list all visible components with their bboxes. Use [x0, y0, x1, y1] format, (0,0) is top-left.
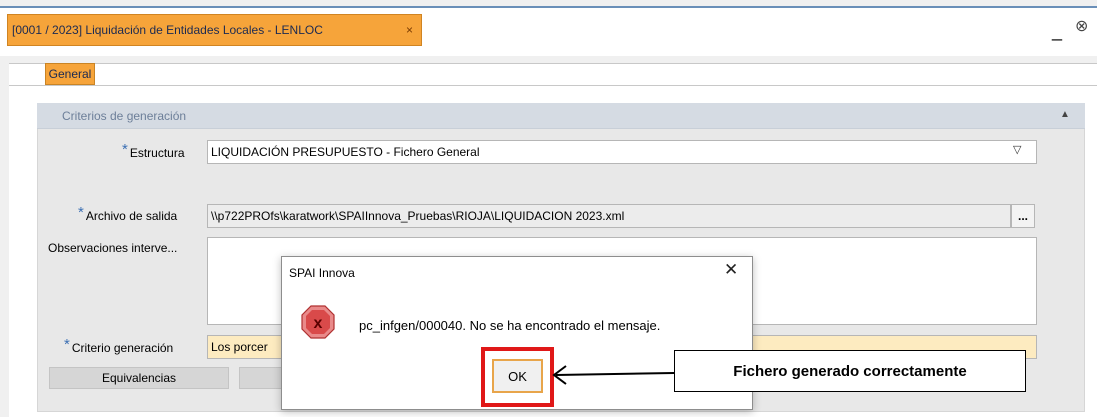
required-icon: *	[122, 141, 128, 158]
dialog-title: SPAI Innova	[289, 266, 355, 280]
error-icon: x	[301, 305, 335, 339]
archivo-value: \\p722PROfs\karatwork\SPAIInnova_Pruebas…	[211, 209, 625, 223]
estructura-label-row: * Estructura	[122, 141, 185, 161]
observaciones-label: Observaciones interve...	[48, 241, 178, 255]
criterio-label-row: * Criterio generación	[64, 336, 174, 356]
criterio-label: Criterio generación	[71, 341, 174, 355]
dropdown-arrow-icon[interactable]: ▽	[1013, 143, 1021, 156]
tab-close-icon[interactable]: ×	[406, 23, 413, 37]
required-icon: *	[78, 204, 84, 221]
dialog-message: pc_infgen/000040. No se ha encontrado el…	[359, 318, 661, 333]
estructura-label: Estructura	[129, 146, 185, 160]
window-close-icon[interactable]: ⊗	[1075, 16, 1088, 36]
ok-button[interactable]: OK	[492, 359, 543, 393]
estructura-select[interactable]: LIQUIDACIÓN PRESUPUESTO - Fichero Genera…	[207, 140, 1037, 164]
estructura-value: LIQUIDACIÓN PRESUPUESTO - Fichero Genera…	[211, 145, 480, 159]
annotation-callout: Fichero generado correctamente	[674, 350, 1026, 392]
document-tab-label: [0001 / 2023] Liquidación de Entidades L…	[12, 23, 323, 37]
annotation-arrow	[552, 365, 675, 385]
group-header[interactable]	[37, 103, 1085, 129]
tab-divider	[9, 85, 1097, 86]
dialog-close-icon[interactable]: ✕	[724, 260, 738, 280]
archivo-input[interactable]: \\p722PROfs\karatwork\SPAIInnova_Pruebas…	[207, 204, 1011, 228]
error-icon-glyph: x	[314, 315, 323, 332]
equivalencias-button[interactable]: Equivalencias	[49, 367, 229, 389]
archivo-label: Archivo de salida	[85, 209, 178, 223]
document-tab[interactable]: [0001 / 2023] Liquidación de Entidades L…	[7, 14, 422, 46]
required-icon: *	[64, 336, 70, 353]
group-title: Criterios de generación	[62, 109, 187, 123]
browse-button[interactable]: ...	[1011, 204, 1035, 228]
collapse-icon[interactable]: ▲	[1060, 109, 1070, 120]
criterio-value: Los porcer	[211, 340, 268, 354]
minimize-icon[interactable]: _	[1052, 22, 1062, 40]
archivo-label-row: * Archivo de salida	[78, 204, 178, 224]
tab-general[interactable]: General	[45, 63, 95, 85]
